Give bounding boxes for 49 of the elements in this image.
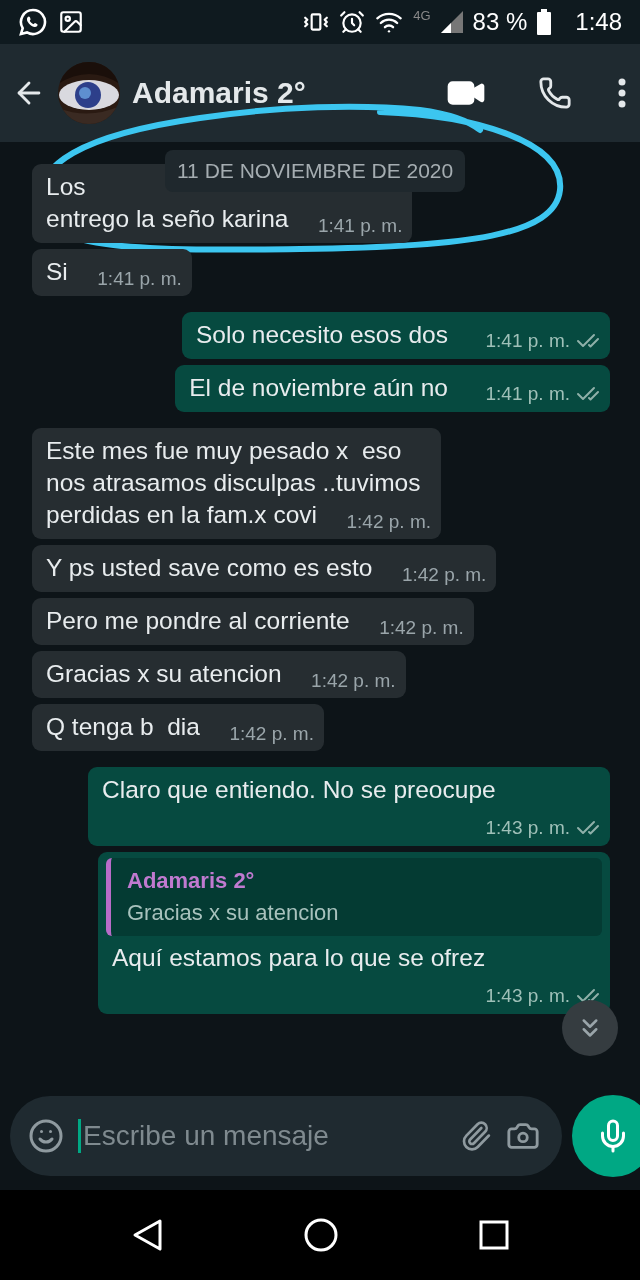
- message-time: 1:42 p. m.: [229, 723, 314, 745]
- message-bar[interactable]: Escribe un mensaje: [10, 1096, 562, 1176]
- message-text: Si: [46, 258, 68, 285]
- clock-time: 1:48: [575, 8, 622, 36]
- battery-percent: 83 %: [472, 8, 528, 36]
- image-icon: [58, 9, 84, 35]
- attach-icon[interactable]: [460, 1120, 492, 1152]
- message-time: 1:42 p. m.: [401, 564, 487, 586]
- message-text: Q tenga b dia: [46, 713, 200, 740]
- message-time: 1:42 p. m.: [311, 670, 396, 692]
- message-time: 1:42 p. m.: [379, 617, 464, 639]
- quoted-author: Adamaris 2°: [127, 868, 256, 894]
- message-time: 1:42 p. m.: [346, 511, 431, 533]
- date-chip: 11 DE NOVIEMBRE DE 2020: [165, 150, 466, 192]
- message-text: Gracias x su atencion: [46, 660, 282, 687]
- message-text: Pero me pondre al corriente: [46, 607, 350, 634]
- network-type: 4G: [413, 8, 431, 23]
- emoji-icon[interactable]: [28, 1118, 64, 1154]
- message-time: 1:41 p. m.: [485, 383, 570, 405]
- microphone-button[interactable]: [572, 1095, 640, 1177]
- alarm-icon: [339, 9, 366, 35]
- message-time: 1:41 p. m.: [485, 330, 570, 352]
- message-time: 1:43 p. m.: [485, 985, 570, 1007]
- message-time: 1:43 p. m.: [485, 817, 570, 839]
- recents-nav-icon[interactable]: [479, 1220, 510, 1250]
- scroll-down-button[interactable]: [562, 1000, 618, 1056]
- message-time: 1:41 p. m.: [317, 215, 403, 237]
- contact-name[interactable]: Adamaris 2°: [132, 76, 434, 110]
- message-text: Este mes fue muy pesado x eso: [46, 437, 402, 464]
- message-text: Solo necesito esos dos: [196, 321, 448, 348]
- message-text: entrego la seño karina: [46, 205, 289, 232]
- quoted-message[interactable]: Adamaris 2° Gracias x su atencion: [106, 858, 602, 936]
- message-time: 1:41 p. m.: [97, 268, 182, 290]
- voice-call-button[interactable]: [538, 76, 572, 110]
- message-text: Y ps usted save como es esto: [46, 554, 373, 581]
- message-text: Los: [46, 173, 86, 200]
- home-nav-icon[interactable]: [304, 1218, 338, 1252]
- quoted-text: Gracias x su atencion: [127, 900, 340, 926]
- whatsapp-icon: [18, 7, 48, 37]
- battery-icon: [537, 9, 552, 35]
- menu-button[interactable]: [618, 78, 626, 108]
- message-field[interactable]: Escribe un mensaje: [78, 1119, 446, 1153]
- message-text: El de noviembre aún no: [189, 374, 448, 401]
- message-text: nos atrasamos disculpas ..tuvimos: [46, 469, 421, 496]
- menu-icon: [618, 78, 626, 108]
- message-text: Aquí estamos para lo que se ofrez: [112, 944, 486, 971]
- signal-icon: [440, 11, 463, 33]
- message-text: perdidas en la fam.x covi: [46, 501, 317, 528]
- message-text: Claro que entiendo. No se preocupe: [102, 776, 496, 803]
